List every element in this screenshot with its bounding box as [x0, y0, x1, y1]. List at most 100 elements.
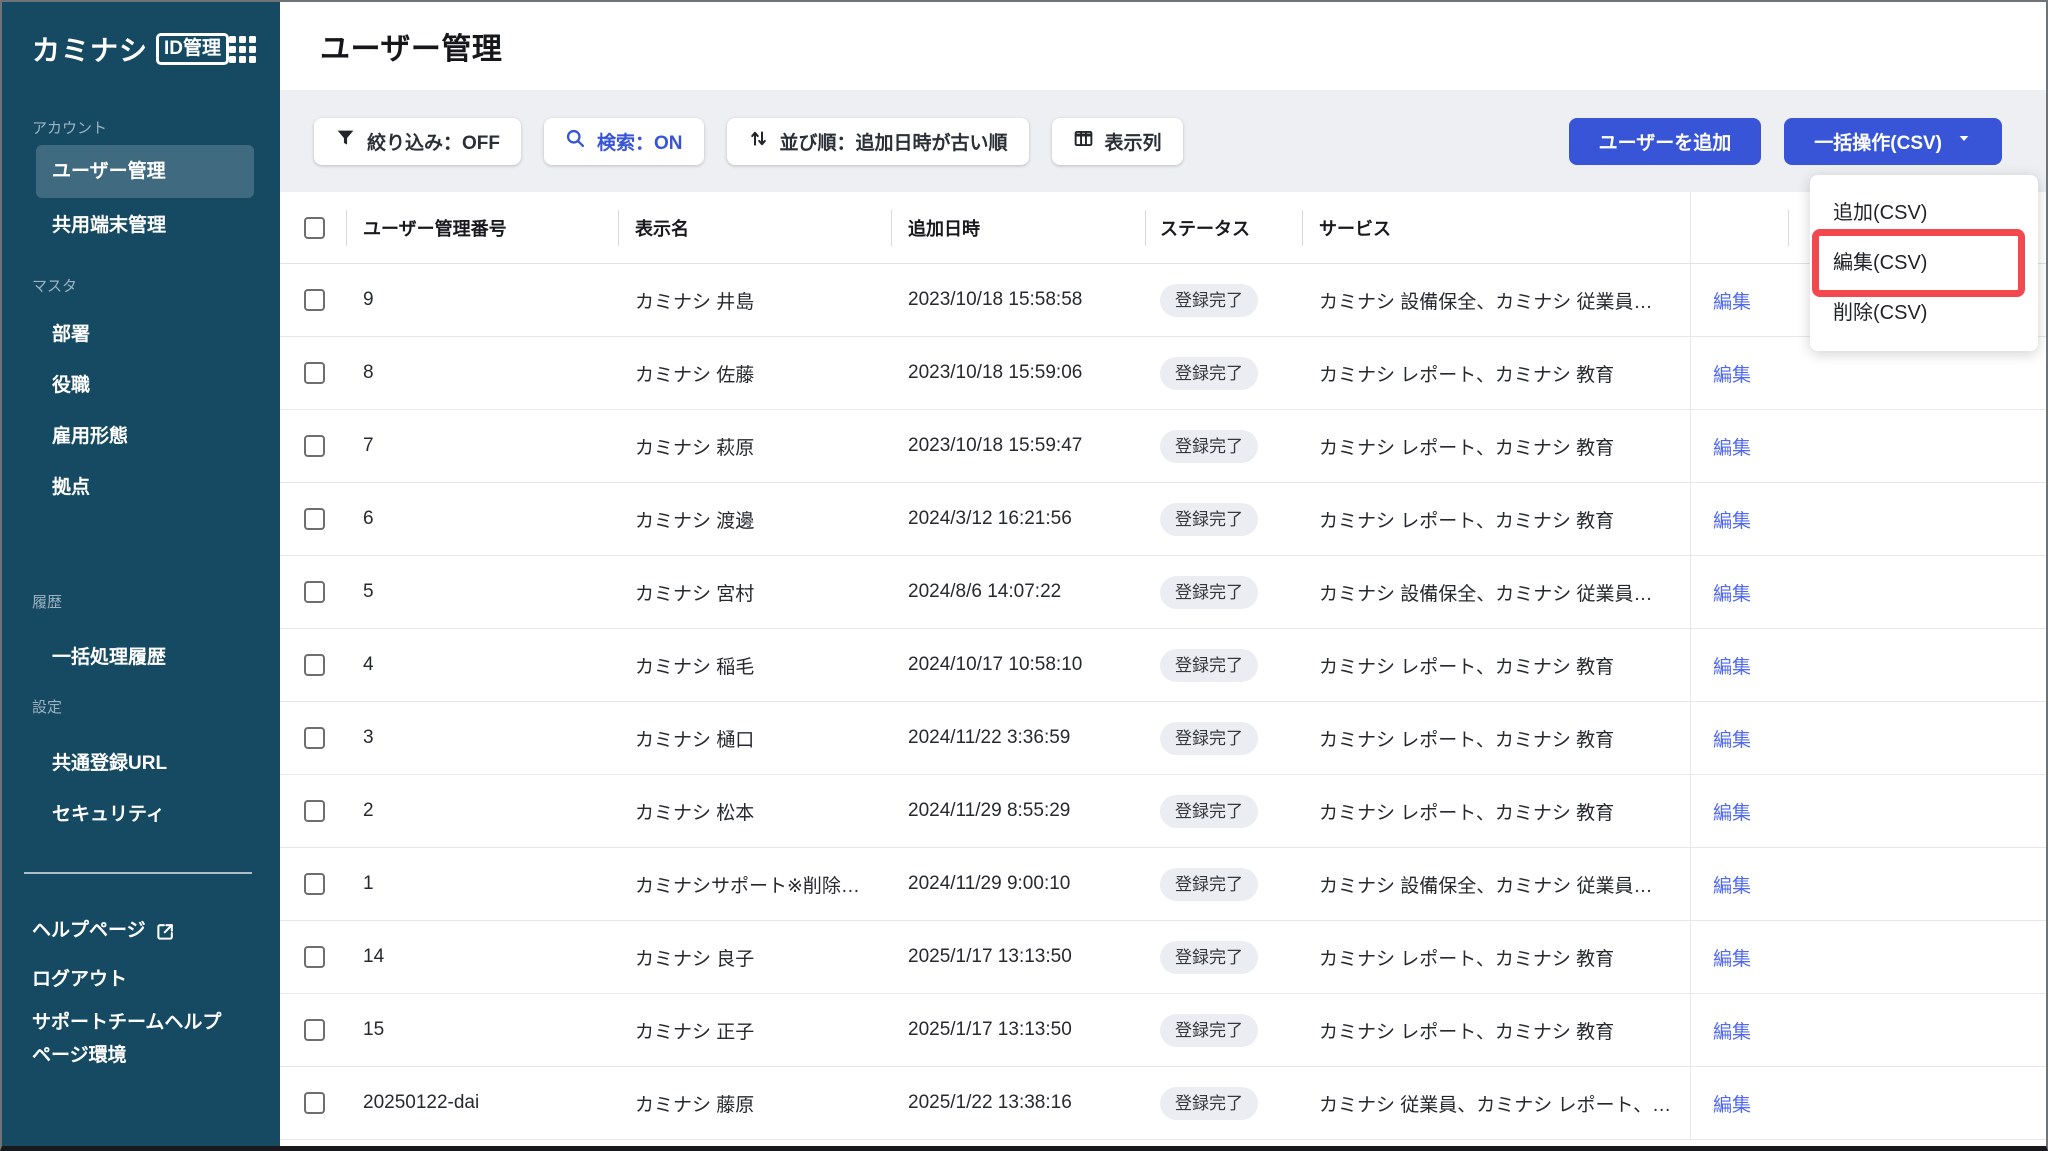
help-page-label: ヘルプページ: [32, 920, 146, 941]
row-checkbox-cell: [280, 483, 347, 555]
cell-edit: 編集: [1690, 994, 1789, 1066]
cell-edit: 編集: [1690, 264, 1789, 336]
row-checkbox[interactable]: [304, 508, 325, 530]
header-status: ステータス: [1146, 192, 1303, 263]
edit-link[interactable]: 編集: [1713, 1090, 1751, 1117]
row-checkbox-cell: [280, 702, 347, 774]
cell-status: 登録完了: [1146, 337, 1303, 409]
cell-display-name: カミナシ 渡邊: [635, 510, 755, 532]
row-checkbox[interactable]: [304, 289, 325, 311]
row-checkbox[interactable]: [304, 946, 325, 968]
title-bar: ユーザー管理: [280, 2, 2046, 90]
cell-status: 登録完了: [1146, 702, 1303, 774]
sidebar-item-help-page[interactable]: ヘルプページ: [32, 908, 254, 954]
add-user-button-label: ユーザーを追加: [1598, 132, 1732, 154]
cell-added-at: 2023/10/18 15:59:47: [908, 435, 1083, 456]
status-badge: 登録完了: [1160, 283, 1258, 317]
status-badge: 登録完了: [1160, 575, 1258, 609]
cell-display-name: カミナシ 佐藤: [635, 364, 755, 386]
sidebar-item-user-management[interactable]: ユーザー管理: [36, 145, 254, 198]
cell-edit: 編集: [1690, 1067, 1789, 1139]
edit-link[interactable]: 編集: [1713, 360, 1751, 387]
sidebar-item-location[interactable]: 拠点: [32, 464, 254, 512]
sidebar-item-security[interactable]: セキュリティ: [32, 791, 254, 839]
bulk-operation-button[interactable]: 一括操作(CSV): [1784, 117, 2002, 165]
cell-user-id: 9: [363, 289, 374, 310]
cell-added-at: 2023/10/18 15:58:58: [908, 289, 1083, 310]
sidebar-item-employment-type[interactable]: 雇用形態: [32, 413, 254, 461]
sidebar-section-settings: 設定: [32, 699, 63, 716]
edit-link[interactable]: 編集: [1713, 1017, 1751, 1044]
menu-item-edit-csv[interactable]: 編集(CSV): [1810, 238, 2038, 288]
add-user-button[interactable]: ユーザーを追加: [1568, 117, 1762, 165]
cell-edit: 編集: [1690, 702, 1789, 774]
row-checkbox[interactable]: [304, 1092, 325, 1114]
status-badge: 登録完了: [1160, 721, 1258, 755]
filter-button[interactable]: 絞り込み：OFF: [314, 117, 521, 165]
row-checkbox[interactable]: [304, 800, 325, 822]
search-button[interactable]: 検索：ON: [544, 117, 704, 165]
edit-link[interactable]: 編集: [1713, 871, 1751, 898]
row-checkbox[interactable]: [304, 1019, 325, 1041]
edit-link[interactable]: 編集: [1713, 652, 1751, 679]
sidebar-item-bulk-history[interactable]: 一括処理履歴: [32, 634, 254, 682]
menu-item-delete-csv[interactable]: 削除(CSV): [1810, 288, 2038, 338]
row-checkbox[interactable]: [304, 654, 325, 676]
cell-added-at: 2023/10/18 15:59:06: [908, 362, 1083, 383]
cell-status: 登録完了: [1146, 848, 1303, 920]
cell-services: カミナシ 設備保全、カミナシ 従業員…: [1319, 291, 1653, 313]
edit-link[interactable]: 編集: [1713, 798, 1751, 825]
edit-link[interactable]: 編集: [1713, 944, 1751, 971]
cell-display-name: カミナシ 正子: [635, 1021, 755, 1043]
cell-user-id: 2: [363, 800, 374, 821]
cell-services: カミナシ レポート、カミナシ 教育: [1319, 656, 1615, 678]
row-checkbox-cell: [280, 337, 347, 409]
edit-link[interactable]: 編集: [1713, 433, 1751, 460]
status-badge: 登録完了: [1160, 794, 1258, 828]
edit-link[interactable]: 編集: [1713, 506, 1751, 533]
row-checkbox[interactable]: [304, 435, 325, 457]
row-checkbox[interactable]: [304, 727, 325, 749]
filter-button-label: 絞り込み：OFF: [367, 132, 500, 154]
table-row: 2 カミナシ 松本 2024/11/29 8:55:29 登録完了 カミナシ レ…: [280, 775, 2046, 848]
app-logo: カミナシ ID管理: [32, 30, 257, 68]
cell-edit: 編集: [1690, 629, 1789, 701]
columns-icon: [1073, 128, 1094, 155]
row-checkbox[interactable]: [304, 362, 325, 384]
cell-display-name: カミナシ 樋口: [635, 729, 755, 751]
header-service: サービス: [1319, 218, 1391, 239]
cell-status: 登録完了: [1146, 483, 1303, 555]
cell-added-at: 2025/1/22 13:38:16: [908, 1092, 1072, 1113]
columns-button[interactable]: 表示列: [1051, 117, 1183, 165]
sort-button[interactable]: 並び順：追加日時が古い順: [726, 117, 1029, 165]
sidebar-item-logout[interactable]: ログアウト: [32, 957, 254, 1003]
status-badge: 登録完了: [1160, 1013, 1258, 1047]
edit-link[interactable]: 編集: [1713, 287, 1751, 314]
cell-services: カミナシ レポート、カミナシ 教育: [1319, 510, 1615, 532]
sidebar-item-shared-device[interactable]: 共用端末管理: [32, 201, 254, 251]
edit-link[interactable]: 編集: [1713, 725, 1751, 752]
table-row: 6 カミナシ 渡邊 2024/3/12 16:21:56 登録完了 カミナシ レ…: [280, 483, 2046, 556]
cell-user-id: 7: [363, 435, 374, 456]
sidebar-item-common-registration-url[interactable]: 共通登録URL: [32, 740, 254, 788]
cell-added-at: 2024/3/12 16:21:56: [908, 508, 1072, 529]
cell-services: カミナシ レポート、カミナシ 教育: [1319, 948, 1615, 970]
menu-item-add-csv[interactable]: 追加(CSV): [1810, 188, 2038, 238]
edit-link[interactable]: 編集: [1713, 579, 1751, 606]
sidebar-item-department[interactable]: 部署: [32, 311, 254, 359]
cell-edit: 編集: [1690, 337, 1789, 409]
select-all-checkbox[interactable]: [304, 216, 325, 239]
row-checkbox-cell: [280, 994, 347, 1066]
row-checkbox[interactable]: [304, 873, 325, 895]
cell-user-id: 3: [363, 727, 374, 748]
sidebar-item-position[interactable]: 役職: [32, 362, 254, 410]
sidebar-item-support-help-env[interactable]: サポートチームヘルプページ環境: [32, 1006, 222, 1072]
cell-display-name: カミナシ 宮村: [635, 583, 755, 605]
cell-display-name: カミナシ 萩原: [635, 437, 755, 459]
cell-edit: 編集: [1690, 483, 1789, 555]
bulk-operation-dropdown-menu: 追加(CSV) 編集(CSV) 削除(CSV): [1810, 175, 2038, 351]
cell-user-id: 4: [363, 654, 374, 675]
row-checkbox[interactable]: [304, 581, 325, 603]
cell-user-id: 5: [363, 581, 374, 602]
apps-grid-icon[interactable]: [229, 35, 257, 63]
